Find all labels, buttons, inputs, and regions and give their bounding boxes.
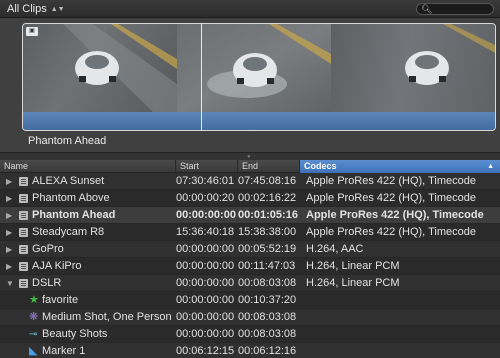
sub-item-end: 00:10:37:20 bbox=[238, 294, 297, 306]
filmstrip-viewer: ▣ Phantom Ahead bbox=[0, 18, 500, 152]
clip-icon bbox=[19, 262, 28, 271]
clip-end: 00:01:05:16 bbox=[238, 209, 298, 221]
sub-item-end: 00:08:03:08 bbox=[238, 311, 297, 323]
sub-item-row[interactable]: ◣ Marker 1 00:06:12:15 00:06:12:16 bbox=[0, 343, 500, 358]
column-header-codecs-label: Codecs bbox=[304, 161, 337, 171]
clip-badge-icon: ▣ bbox=[26, 27, 38, 36]
clips-filter-popup[interactable]: All Clips ▲▼ bbox=[3, 2, 69, 16]
clip-start: 15:36:40:18 bbox=[176, 226, 235, 238]
sub-item-row[interactable]: ❋ Medium Shot, One Person 00:00:00:00 00… bbox=[0, 309, 500, 326]
sub-item-start: 00:00:00:00 bbox=[176, 311, 235, 323]
clip-row[interactable]: ▶ ALEXA Sunset 07:30:46:01 07:45:08:16 A… bbox=[0, 173, 500, 190]
clip-name: Steadycam R8 bbox=[32, 226, 105, 238]
disclosure-triangle-icon[interactable]: ▶ bbox=[6, 190, 12, 207]
column-header-start[interactable]: Start bbox=[176, 160, 238, 173]
clip-codecs: H.264, AAC bbox=[306, 243, 364, 255]
disclosure-triangle-icon[interactable]: ▶ bbox=[6, 224, 12, 241]
sub-item-end: 00:06:12:16 bbox=[238, 345, 297, 357]
sort-ascending-icon: ▲ bbox=[487, 163, 494, 170]
disclosure-triangle-icon[interactable]: ▶ bbox=[6, 207, 12, 224]
audio-waveform bbox=[23, 112, 495, 130]
sub-item-name: Medium Shot, One Person bbox=[42, 311, 172, 323]
clip-codecs: Apple ProRes 422 (HQ), Timecode bbox=[306, 192, 476, 204]
filmstrip-frame bbox=[331, 24, 495, 112]
disclosure-triangle-open-icon[interactable]: ▼ bbox=[6, 275, 14, 292]
disclosure-triangle-icon[interactable]: ▶ bbox=[6, 258, 12, 275]
search-icon: 🔍︎ bbox=[421, 4, 433, 14]
clips-filter-label: All Clips bbox=[7, 3, 47, 15]
clip-name: DSLR bbox=[32, 277, 62, 289]
sub-item-row[interactable]: ★ favorite 00:00:00:00 00:10:37:20 bbox=[0, 292, 500, 309]
clip-start: 00:00:00:00 bbox=[176, 209, 236, 221]
clip-start: 00:00:00:00 bbox=[176, 277, 235, 289]
clip-end: 00:08:03:08 bbox=[238, 277, 297, 289]
clip-icon bbox=[19, 279, 28, 288]
clip-start: 00:00:00:00 bbox=[176, 260, 235, 272]
clip-end: 15:38:38:00 bbox=[238, 226, 297, 238]
clip-end: 00:11:47:03 bbox=[238, 260, 296, 272]
list-header: Name Start End Codecs ▲ bbox=[0, 160, 500, 173]
clip-start: 00:00:00:20 bbox=[176, 192, 235, 204]
clip-codecs: Apple ProRes 422 (HQ), Timecode bbox=[306, 209, 484, 221]
clip-codecs: H.264, Linear PCM bbox=[306, 277, 400, 289]
sub-item-end: 00:08:03:08 bbox=[238, 328, 297, 340]
clip-name: ALEXA Sunset bbox=[32, 175, 105, 187]
sub-item-start: 00:00:00:00 bbox=[176, 294, 235, 306]
clip-name: Phantom Ahead bbox=[32, 209, 116, 221]
sub-item-start: 00:06:12:15 bbox=[176, 345, 235, 357]
popup-arrows-icon: ▲▼ bbox=[50, 6, 65, 13]
sub-item-name: Beauty Shots bbox=[42, 328, 108, 340]
disclosure-triangle-icon[interactable]: ▶ bbox=[6, 241, 12, 258]
disclosure-triangle-icon[interactable]: ▶ bbox=[6, 173, 12, 190]
filmstrip-frame: ▣ bbox=[23, 24, 177, 112]
clip-start: 00:00:00:00 bbox=[176, 243, 235, 255]
clip-row-selected[interactable]: ▶ Phantom Ahead 00:00:00:00 00:01:05:16 … bbox=[0, 207, 500, 224]
clip-end: 00:02:16:22 bbox=[238, 192, 297, 204]
pane-divider[interactable]: ● bbox=[0, 152, 500, 160]
clip-name: Phantom Above bbox=[32, 192, 110, 204]
clip-name: AJA KiPro bbox=[32, 260, 82, 272]
sub-item-name: favorite bbox=[42, 294, 79, 306]
clip-icon bbox=[19, 211, 28, 220]
browser-toolbar: All Clips ▲▼ 🔍︎ bbox=[0, 0, 500, 18]
clip-codecs: H.264, Linear PCM bbox=[306, 260, 400, 272]
clip-codecs: Apple ProRes 422 (HQ), Timecode bbox=[306, 175, 476, 187]
marker-icon: ◣ bbox=[29, 345, 38, 357]
filmstrip[interactable]: ▣ bbox=[22, 23, 496, 131]
clip-icon bbox=[19, 194, 28, 203]
column-header-end[interactable]: End bbox=[238, 160, 300, 173]
filmstrip-clip-title: Phantom Ahead bbox=[28, 135, 107, 147]
clip-row[interactable]: ▶ Phantom Above 00:00:00:20 00:02:16:22 … bbox=[0, 190, 500, 207]
favorite-star-icon: ★ bbox=[29, 294, 39, 306]
clip-codecs: Apple ProRes 422 (HQ), Timecode bbox=[306, 226, 476, 238]
clip-row[interactable]: ▶ AJA KiPro 00:00:00:00 00:11:47:03 H.26… bbox=[0, 258, 500, 275]
clip-icon bbox=[19, 245, 28, 254]
skimmer-playhead[interactable] bbox=[201, 23, 202, 131]
keyword-icon: ⊸ bbox=[29, 329, 38, 340]
analysis-keyword-icon: ❋ bbox=[29, 311, 39, 323]
sub-item-name: Marker 1 bbox=[42, 345, 86, 357]
clip-icon bbox=[19, 177, 28, 186]
clip-start: 07:30:46:01 bbox=[176, 175, 235, 187]
clip-name: GoPro bbox=[32, 243, 64, 255]
column-header-codecs[interactable]: Codecs ▲ bbox=[300, 160, 500, 173]
sub-item-row[interactable]: ⊸ Beauty Shots 00:00:00:00 00:08:03:08 bbox=[0, 326, 500, 343]
clip-end: 00:05:52:19 bbox=[238, 243, 297, 255]
clip-row[interactable]: ▶ GoPro 00:00:00:00 00:05:52:19 H.264, A… bbox=[0, 241, 500, 258]
clip-row[interactable]: ▶ Steadycam R8 15:36:40:18 15:38:38:00 A… bbox=[0, 224, 500, 241]
column-header-name[interactable]: Name bbox=[0, 160, 176, 173]
clip-row-expanded[interactable]: ▼ DSLR 00:00:00:00 00:08:03:08 H.264, Li… bbox=[0, 275, 500, 292]
sub-item-start: 00:00:00:00 bbox=[176, 328, 235, 340]
search-input[interactable]: 🔍︎ bbox=[416, 3, 494, 15]
clip-icon bbox=[19, 228, 28, 237]
clip-end: 07:45:08:16 bbox=[238, 175, 297, 187]
